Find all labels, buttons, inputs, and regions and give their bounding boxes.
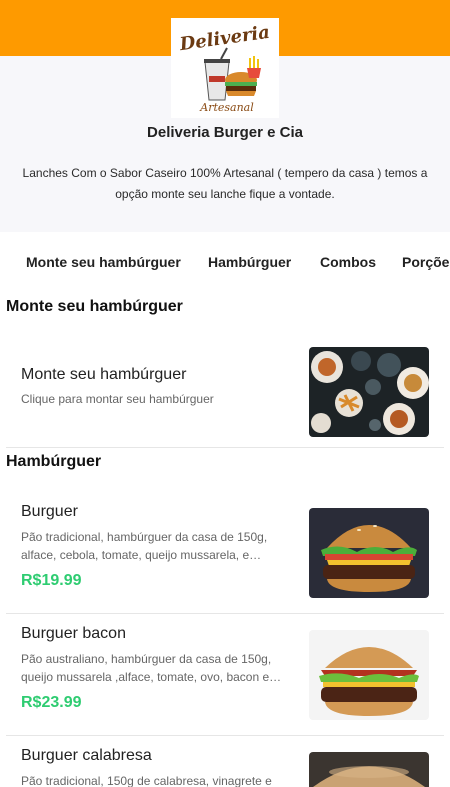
store-logo: Deliveria Artesanal bbox=[171, 18, 279, 118]
divider bbox=[6, 447, 444, 448]
menu-item[interactable]: Burguer Pão tradicional, hambúrguer da c… bbox=[6, 502, 444, 602]
item-image bbox=[309, 752, 429, 787]
menu-item[interactable]: Burguer bacon Pão australiano, hambúrgue… bbox=[6, 624, 444, 724]
store-description: Lanches Com o Sabor Caseiro 100% Artesan… bbox=[22, 166, 428, 201]
divider bbox=[6, 735, 444, 736]
item-name: Burguer bacon bbox=[21, 625, 126, 642]
item-description: Pão tradicional, 150g de calabresa, vina… bbox=[21, 774, 272, 787]
menu-item[interactable]: Monte seu hambúrguer Clique para montar … bbox=[6, 346, 444, 438]
item-name: Burguer calabresa bbox=[21, 747, 152, 764]
store-name: Deliveria Burger e Cia bbox=[147, 124, 303, 141]
tab-porcoes[interactable]: Porções bbox=[402, 254, 450, 270]
tab-monte-seu-hamburguer[interactable]: Monte seu hambúrguer bbox=[26, 254, 181, 270]
item-image bbox=[309, 630, 429, 720]
item-price: R$19.99 bbox=[21, 572, 82, 589]
category-tabs: Monte seu hambúrguer Hambúrguer Combos P… bbox=[0, 232, 450, 294]
item-image bbox=[309, 508, 429, 598]
divider bbox=[6, 613, 444, 614]
section-title: Monte seu hambúrguer bbox=[6, 298, 183, 315]
tab-hamburguer[interactable]: Hambúrguer bbox=[208, 254, 291, 270]
tab-combos[interactable]: Combos bbox=[320, 254, 376, 270]
menu-item[interactable]: Burguer calabresa Pão tradicional, 150g … bbox=[6, 746, 444, 787]
item-description: Pão tradicional, hambúrguer da casa de 1… bbox=[21, 530, 268, 562]
item-description: Pão australiano, hambúrguer da casa de 1… bbox=[21, 652, 272, 684]
svg-text:Artesanal: Artesanal bbox=[199, 101, 254, 114]
item-description: Clique para montar seu hambúrguer bbox=[21, 392, 214, 406]
item-name: Monte seu hambúrguer bbox=[21, 366, 187, 383]
item-price: R$23.99 bbox=[21, 694, 82, 711]
section-title: Hambúrguer bbox=[6, 453, 102, 470]
item-image bbox=[309, 347, 429, 437]
item-name: Burguer bbox=[21, 503, 78, 520]
